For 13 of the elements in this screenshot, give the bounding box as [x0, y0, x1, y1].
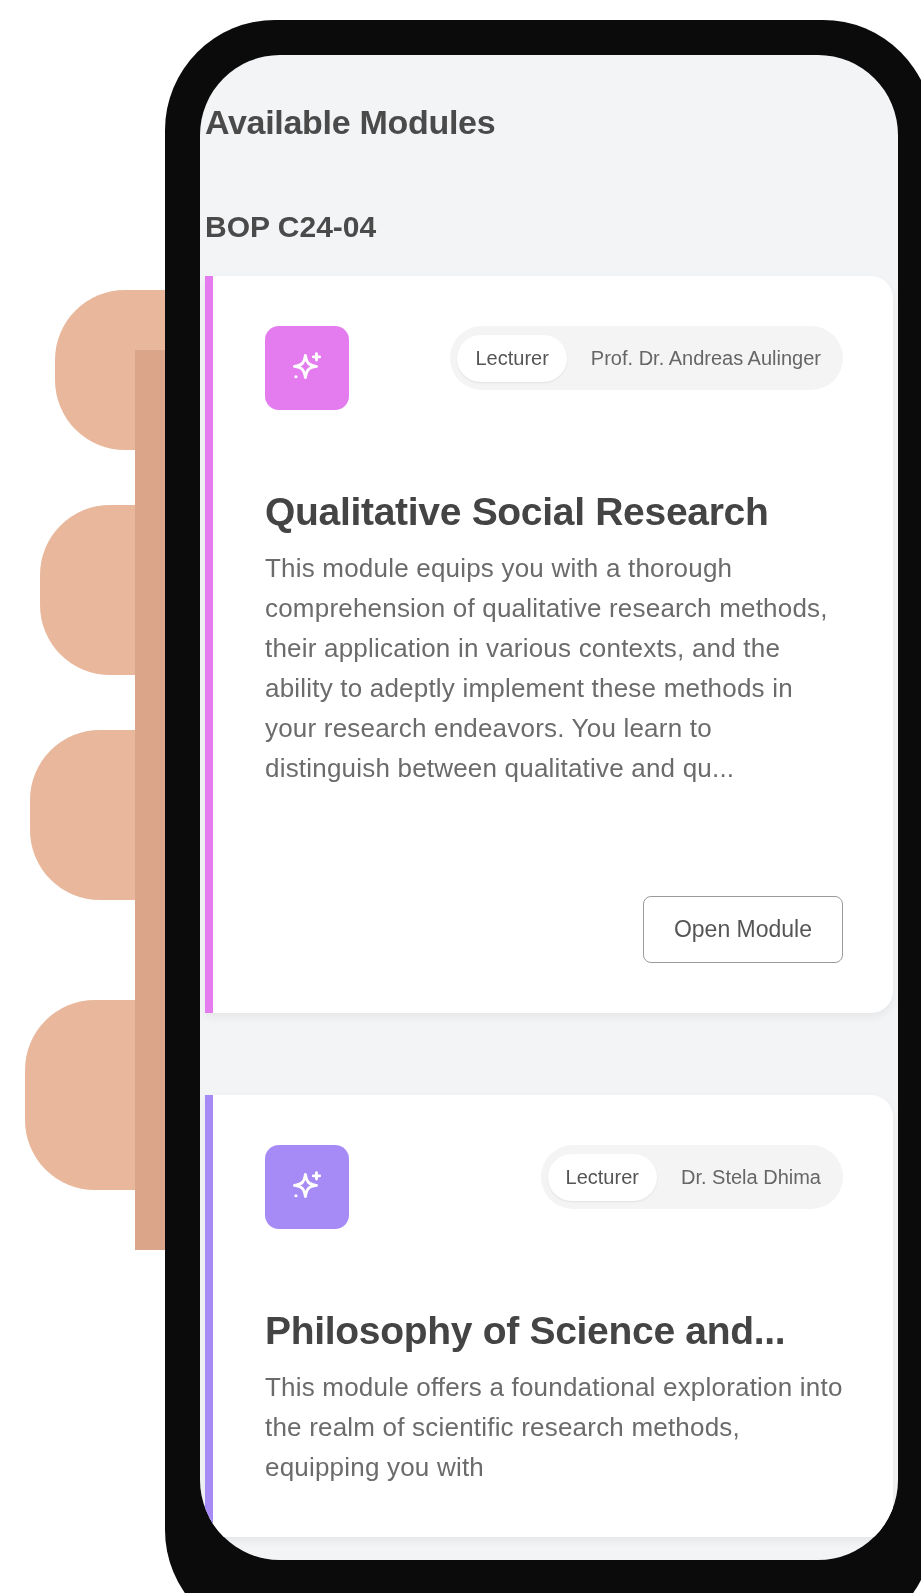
open-module-button[interactable]: Open Module [642, 896, 843, 963]
lecturer-name: Dr. Stela Dhima [680, 1165, 821, 1189]
page-title: Available Modules [205, 103, 497, 142]
sparkle-icon [265, 1145, 349, 1229]
module-description: This module equips you with a thorough comprehension of qualitative research methods, their application in various contexts, and the ability to adeptly implement these methods in your research endeavors. You learn to distinguish between qualitative and qu... [265, 552, 829, 785]
lecturer-label: Lecturer [547, 1153, 657, 1201]
module-description: This module offers a foundational exploration into the realm of scientific research methods, equipping you with [265, 1371, 843, 1484]
lecturer-label: Lecturer [457, 334, 567, 382]
group-heading: BOP C24-04 [205, 210, 378, 244]
module-title: Philosophy of Science and... [265, 1309, 787, 1353]
lecturer-name: Prof. Dr. Andreas Aulinger [590, 346, 821, 370]
module-title: Qualitative Social Research [265, 490, 770, 534]
sparkle-icon [265, 326, 349, 410]
